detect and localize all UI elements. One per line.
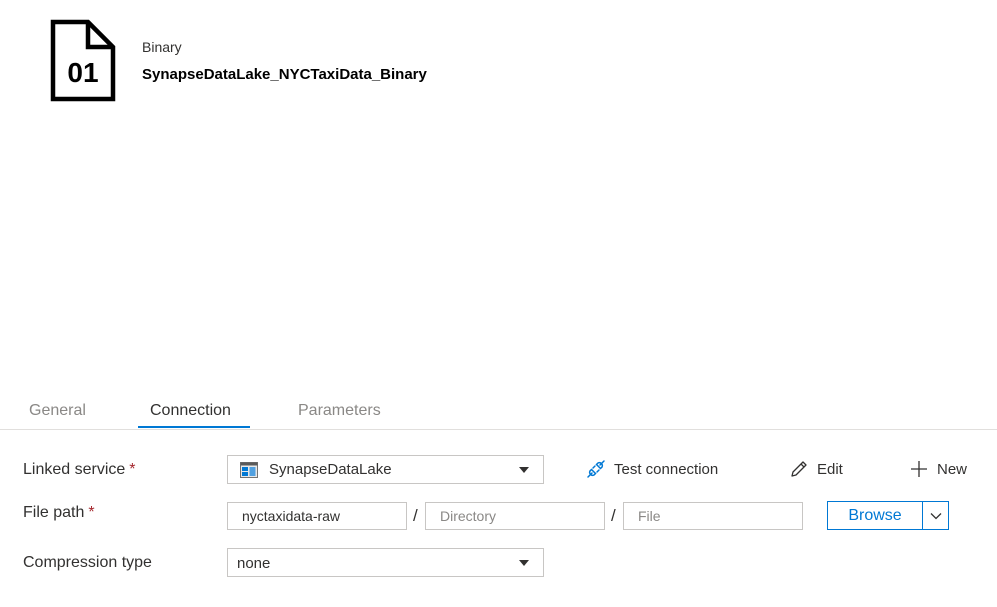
path-separator: / xyxy=(413,506,418,525)
path-separator: / xyxy=(611,506,616,525)
file-path-label: File path * xyxy=(23,504,95,522)
linked-service-value: SynapseDataLake xyxy=(269,461,392,478)
browse-button[interactable]: Browse xyxy=(827,501,923,530)
required-mark: * xyxy=(129,461,136,478)
active-tab-indicator xyxy=(138,426,250,428)
linked-service-label-text: Linked service xyxy=(23,461,126,478)
file-input[interactable] xyxy=(623,502,803,530)
plug-connection-icon xyxy=(587,460,605,478)
tabs-divider xyxy=(0,429,997,430)
chevron-down-icon xyxy=(930,512,941,519)
chevron-down-icon xyxy=(519,559,529,566)
edit-button[interactable]: Edit xyxy=(789,459,843,479)
new-label: New xyxy=(937,460,968,478)
binary-file-icon-text: 01 xyxy=(67,57,98,88)
plus-icon xyxy=(911,461,927,477)
data-lake-storage-icon xyxy=(240,462,258,482)
tab-parameters[interactable]: Parameters xyxy=(298,402,381,420)
new-button[interactable]: New xyxy=(909,459,967,479)
pencil-icon xyxy=(791,461,807,477)
binary-file-icon: 01 xyxy=(50,19,116,102)
chevron-down-icon xyxy=(519,466,529,473)
file-path-label-text: File path xyxy=(23,504,85,521)
test-connection-button[interactable]: Test connection xyxy=(586,459,718,479)
directory-input[interactable] xyxy=(425,502,605,530)
dataset-type: Binary xyxy=(142,39,182,55)
tab-general[interactable]: General xyxy=(29,402,86,420)
container-input[interactable] xyxy=(227,502,407,530)
compression-type-label: Compression type xyxy=(23,554,152,571)
compression-type-value: none xyxy=(237,555,271,572)
required-mark: * xyxy=(88,504,95,521)
compression-type-select[interactable]: none xyxy=(227,548,544,577)
test-connection-label: Test connection xyxy=(614,460,719,478)
linked-service-select[interactable]: SynapseDataLake xyxy=(227,455,544,484)
edit-label: Edit xyxy=(817,460,843,478)
tab-connection[interactable]: Connection xyxy=(150,402,231,420)
linked-service-label: Linked service * xyxy=(23,461,136,479)
browse-options-button[interactable] xyxy=(922,501,949,530)
dataset-name: SynapseDataLake_NYCTaxiData_Binary xyxy=(142,66,427,83)
